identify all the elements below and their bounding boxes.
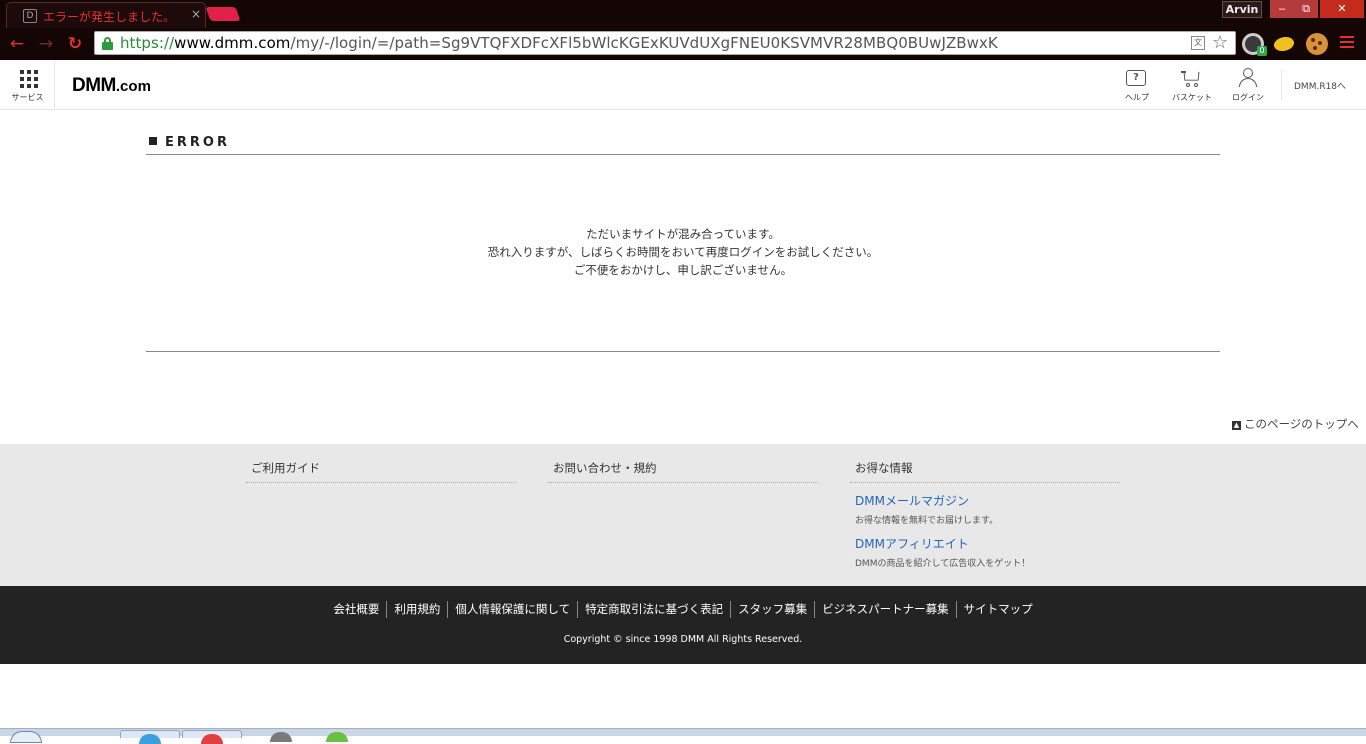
browser-tab[interactable]: D エラーが発生しました。 × xyxy=(6,2,206,28)
error-message-line: 恐れ入りますが、しばらくお時間をおいて再度ログインをお試しください。 xyxy=(487,245,879,259)
back-arrow-icon[interactable]: ← xyxy=(6,33,28,55)
os-taskbar xyxy=(0,728,1366,744)
square-bullet-icon xyxy=(149,137,157,145)
help-label: ヘルプ xyxy=(1125,93,1149,102)
reload-icon[interactable]: ↻ xyxy=(64,33,86,55)
grid-icon xyxy=(20,70,38,88)
extension-badge: 0 xyxy=(1257,46,1267,56)
forward-arrow-icon[interactable]: → xyxy=(35,33,57,55)
page-title: ERROR xyxy=(149,135,230,150)
url-path: /my/-/login/=/path=Sg9VTQFXDFcXFl5bWlcKG… xyxy=(290,34,998,52)
site-header: サービス DMM.com ? ヘルプ バスケット ログイン DMM.R18へ xyxy=(0,60,1366,110)
url-scheme: https:// xyxy=(120,34,175,52)
footer-column-title: お問い合わせ・規約 xyxy=(548,460,818,483)
error-message-line: ただいまサイトが混み合っています。 xyxy=(586,227,780,241)
taskbar-app-icon[interactable] xyxy=(326,732,348,742)
service-menu-button[interactable]: サービス xyxy=(0,60,55,110)
footer-column-title: ご利用ガイド xyxy=(246,460,516,483)
new-tab-button[interactable] xyxy=(205,7,241,21)
cart-icon xyxy=(1181,69,1201,87)
mail-magazine-desc: お得な情報を無料でお届けします。 xyxy=(855,516,999,526)
profile-button[interactable]: Arvin xyxy=(1222,1,1262,18)
divider xyxy=(146,154,1220,155)
start-button[interactable] xyxy=(10,731,42,743)
footer-link-privacy[interactable]: 個人情報保護に関して xyxy=(447,601,577,618)
taskbar-item[interactable] xyxy=(182,730,242,744)
affiliate-link[interactable]: DMMアフィリエイト xyxy=(855,535,1120,552)
error-heading-text: ERROR xyxy=(165,135,230,150)
login-button[interactable]: ログイン xyxy=(1228,68,1268,106)
affiliate-desc: DMMの商品を紹介して広告収入をゲット！ xyxy=(855,559,1031,569)
close-window-button[interactable]: ✕ xyxy=(1320,0,1364,18)
footer-nav: 会社概要 利用規約 個人情報保護に関して 特定商取引法に基づく表記 スタッフ募集 ビジネス… xyxy=(0,601,1366,618)
divider xyxy=(146,351,1220,352)
logo-main: DMM xyxy=(72,75,116,96)
maximize-button[interactable]: ⧉ xyxy=(1294,0,1318,18)
lock-icon[interactable] xyxy=(102,37,113,50)
footer-column-title: お得な情報 xyxy=(850,460,1120,483)
user-icon xyxy=(1238,68,1258,88)
basket-button[interactable]: バスケット xyxy=(1172,68,1212,106)
mail-magazine-link[interactable]: DMMメールマガジン xyxy=(855,492,1120,509)
footer-link-partner[interactable]: ビジネスパートナー募集 xyxy=(814,601,956,618)
page-top-label: このページのトップへ xyxy=(1244,417,1359,431)
url-text[interactable]: https://www.dmm.com/my/-/login/=/path=Sg… xyxy=(120,34,998,52)
taskbar-item[interactable] xyxy=(120,730,180,744)
help-icon: ? xyxy=(1126,70,1146,86)
tab-close-icon[interactable]: × xyxy=(191,7,201,21)
login-label: ログイン xyxy=(1232,93,1264,102)
taskbar-app-icon[interactable] xyxy=(270,732,292,742)
logo-suffix: .com xyxy=(115,78,151,95)
footer-bottom: 会社概要 利用規約 個人情報保護に関して 特定商取引法に基づく表記 スタッフ募集 ビジネス… xyxy=(0,586,1366,664)
header-divider xyxy=(1281,70,1282,100)
address-bar[interactable]: https://www.dmm.com/my/-/login/=/path=Sg… xyxy=(94,31,1236,55)
footer-info: ご利用ガイド お問い合わせ・規約 お得な情報 DMMメールマガジン お得な情報を… xyxy=(0,444,1366,586)
translate-icon[interactable]: 文 xyxy=(1191,36,1205,50)
extension-banana-icon[interactable] xyxy=(1271,33,1297,55)
footer-link-terms[interactable]: 利用規約 xyxy=(386,601,447,618)
footer-link-commerce-law[interactable]: 特定商取引法に基づく表記 xyxy=(577,601,730,618)
extension-icon[interactable]: 0 xyxy=(1242,33,1267,56)
browser-toolbar: ← → ↻ https://www.dmm.com/my/-/login/=/p… xyxy=(0,28,1366,60)
minimize-button[interactable]: ‒ xyxy=(1270,0,1294,18)
footer-column: お問い合わせ・規約 xyxy=(548,460,818,483)
url-host: www.dmm.com xyxy=(174,34,291,52)
page-top-link[interactable]: ▲ このページのトップへ xyxy=(1232,416,1359,432)
up-arrow-icon: ▲ xyxy=(1232,421,1241,430)
footer-column: ご利用ガイド xyxy=(246,460,516,483)
copyright: Copyright © since 1998 DMM All Rights Re… xyxy=(563,634,803,645)
r18-link[interactable]: DMM.R18へ xyxy=(1294,79,1346,92)
footer-link-sitemap[interactable]: サイトマップ xyxy=(955,601,1040,618)
footer-column: お得な情報 DMMメールマガジン お得な情報を無料でお届けします。 DMMアフィ… xyxy=(850,460,1120,569)
error-message-line: ご不便をおかけし、申し訳ございません。 xyxy=(573,263,793,277)
dmm-logo[interactable]: DMM.com xyxy=(72,75,151,97)
basket-label: バスケット xyxy=(1172,93,1212,102)
cookie-extension-icon[interactable] xyxy=(1306,33,1328,55)
service-label: サービス xyxy=(11,93,44,102)
bookmark-star-icon[interactable]: ☆ xyxy=(1212,32,1228,54)
menu-icon[interactable] xyxy=(1340,36,1354,50)
tab-title: エラーが発生しました。 xyxy=(43,10,176,24)
page-favicon-icon: D xyxy=(23,9,37,23)
footer-link-recruit[interactable]: スタッフ募集 xyxy=(730,601,814,618)
footer-link-company[interactable]: 会社概要 xyxy=(326,601,386,618)
help-button[interactable]: ? ヘルプ xyxy=(1117,68,1157,106)
browser-titlebar: D エラーが発生しました。 × Arvin ‒ ⧉ ✕ xyxy=(0,0,1366,28)
